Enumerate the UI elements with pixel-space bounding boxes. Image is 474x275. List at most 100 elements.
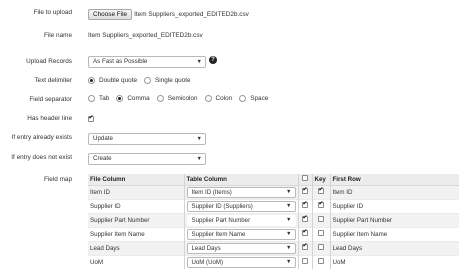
text-delimiter-options: Double quote Single quote xyxy=(88,77,198,84)
if-exists-select[interactable]: Update ▼ xyxy=(88,133,206,145)
text-delimiter-label: Text delimiter xyxy=(34,77,72,84)
table-column-cell: Supplier ID (Suppliers) ▼ xyxy=(183,198,298,213)
colon-radio[interactable] xyxy=(204,95,212,102)
file-column-cell: Supplier Part Number xyxy=(88,212,184,227)
has-header-line-checkbox[interactable] xyxy=(88,115,94,122)
include-checkbox[interactable] xyxy=(302,201,308,208)
caret-down-icon: ▼ xyxy=(286,258,292,265)
file-name-value: Item Suppliers_exported_EDITED2b.csv xyxy=(88,32,203,39)
first-row-cell: Supplier Part Number xyxy=(329,212,459,227)
table-column-value: Supplier Item Name xyxy=(191,230,246,238)
table-column-value: Item ID (Items) xyxy=(191,188,232,196)
first-row-cell: UoM xyxy=(329,254,459,269)
single-quote-option[interactable]: Single quote xyxy=(144,77,191,84)
key-checkbox[interactable] xyxy=(318,258,324,264)
table-column-cell: UoM (UoM) ▼ xyxy=(183,254,298,269)
table-column-value: Supplier Part Number xyxy=(191,216,251,224)
key-cell xyxy=(311,212,330,227)
include-cell xyxy=(297,226,312,241)
first-row-cell: Supplier Item Name xyxy=(329,226,459,241)
table-row: UoM UoM (UoM) ▼ UoM xyxy=(88,254,459,269)
file-column-header: File Column xyxy=(88,174,184,186)
semicolon-option[interactable]: Semicolon xyxy=(156,95,198,102)
include-cell xyxy=(297,254,312,269)
double-quote-label: Double quote xyxy=(99,77,138,84)
caret-down-icon: ▼ xyxy=(196,59,202,65)
field-map-header-row: File Column Table Column Key First Row xyxy=(88,174,459,186)
table-column-select[interactable]: UoM (UoM) ▼ xyxy=(186,256,296,268)
table-column-value: Lead Days xyxy=(191,244,221,252)
key-checkbox[interactable] xyxy=(318,216,324,222)
file-column-cell: UoM xyxy=(88,254,184,269)
table-row: Supplier Item Name Supplier Item Name ▼ … xyxy=(88,226,459,241)
caret-down-icon: ▼ xyxy=(196,156,202,162)
tab-option[interactable]: Tab xyxy=(88,95,109,102)
if-entry-exists-label: If entry already exists xyxy=(11,134,72,141)
table-column-value: Supplier ID (Suppliers) xyxy=(191,202,253,210)
space-radio[interactable] xyxy=(239,95,247,102)
key-checkbox[interactable] xyxy=(318,230,324,236)
include-checkbox[interactable] xyxy=(302,243,308,250)
include-checkbox[interactable] xyxy=(302,258,308,264)
comma-option[interactable]: Comma xyxy=(116,95,150,102)
comma-label: Comma xyxy=(127,95,150,102)
if-exists-value: Update xyxy=(93,135,113,142)
key-cell xyxy=(311,240,330,255)
table-column-header: Table Column xyxy=(183,174,298,186)
select-all-checkbox[interactable] xyxy=(302,175,308,182)
table-column-select[interactable]: Supplier Item Name ▼ xyxy=(186,228,296,240)
double-quote-option[interactable]: Double quote xyxy=(88,77,137,84)
space-option[interactable]: Space xyxy=(239,95,268,102)
help-icon[interactable]: ? xyxy=(209,56,217,64)
choose-file-button[interactable]: Choose File xyxy=(88,9,133,20)
first-row-cell: Supplier ID xyxy=(329,198,459,213)
single-quote-label: Single quote xyxy=(155,77,191,84)
chosen-file-name: Item Suppliers_exported_EDITED2b.csv xyxy=(134,11,249,18)
if-entry-not-exist-label: If entry does not exist xyxy=(11,154,72,161)
key-header: Key xyxy=(311,174,330,186)
key-cell xyxy=(311,184,330,199)
key-checkbox[interactable] xyxy=(318,201,324,208)
upload-records-select[interactable]: As Fast as Possible ▼ xyxy=(88,56,206,68)
key-checkbox[interactable] xyxy=(318,187,324,194)
semicolon-radio[interactable] xyxy=(156,95,164,102)
file-name-label: File name xyxy=(43,32,72,39)
comma-radio[interactable] xyxy=(116,95,124,102)
if-not-exist-select[interactable]: Create ▼ xyxy=(88,153,206,165)
table-column-select[interactable]: Item ID (Items) ▼ xyxy=(186,186,296,198)
table-column-cell: Supplier Item Name ▼ xyxy=(183,226,298,241)
field-separator-options: Tab Comma Semicolon Colon Space xyxy=(88,95,275,102)
caret-down-icon: ▼ xyxy=(286,188,292,195)
include-cell xyxy=(297,184,312,199)
caret-down-icon: ▼ xyxy=(286,216,292,223)
colon-label: Colon xyxy=(215,95,233,102)
table-row: Supplier ID Supplier ID (Suppliers) ▼ Su… xyxy=(88,198,459,213)
include-checkbox[interactable] xyxy=(302,229,308,236)
double-quote-radio[interactable] xyxy=(88,77,95,84)
tab-radio[interactable] xyxy=(88,95,95,102)
key-cell xyxy=(311,254,330,269)
colon-option[interactable]: Colon xyxy=(204,95,233,102)
file-column-cell: Supplier ID xyxy=(88,198,184,213)
select-all-header xyxy=(297,174,312,186)
has-header-line-control xyxy=(88,115,94,124)
table-column-cell: Supplier Part Number ▼ xyxy=(183,212,298,227)
file-column-cell: Lead Days xyxy=(88,240,184,255)
caret-down-icon: ▼ xyxy=(286,230,292,237)
include-checkbox[interactable] xyxy=(302,215,308,222)
include-cell xyxy=(297,212,312,227)
upload-records-value: As Fast as Possible xyxy=(93,58,148,65)
single-quote-radio[interactable] xyxy=(144,77,152,84)
table-column-cell: Lead Days ▼ xyxy=(183,240,298,255)
field-separator-label: Field separator xyxy=(29,96,72,103)
table-column-value: UoM (UoM) xyxy=(191,258,223,266)
table-column-select[interactable]: Lead Days ▼ xyxy=(186,242,296,254)
field-map-table: File Column Table Column Key First Row I… xyxy=(88,174,459,269)
include-checkbox[interactable] xyxy=(302,187,308,194)
include-cell xyxy=(297,240,312,255)
table-column-select[interactable]: Supplier ID (Suppliers) ▼ xyxy=(186,200,296,212)
has-header-line-label: Has header line xyxy=(27,115,72,122)
table-column-select[interactable]: Supplier Part Number ▼ xyxy=(186,214,296,226)
key-checkbox[interactable] xyxy=(318,244,324,250)
first-row-cell: Lead Days xyxy=(329,240,459,255)
